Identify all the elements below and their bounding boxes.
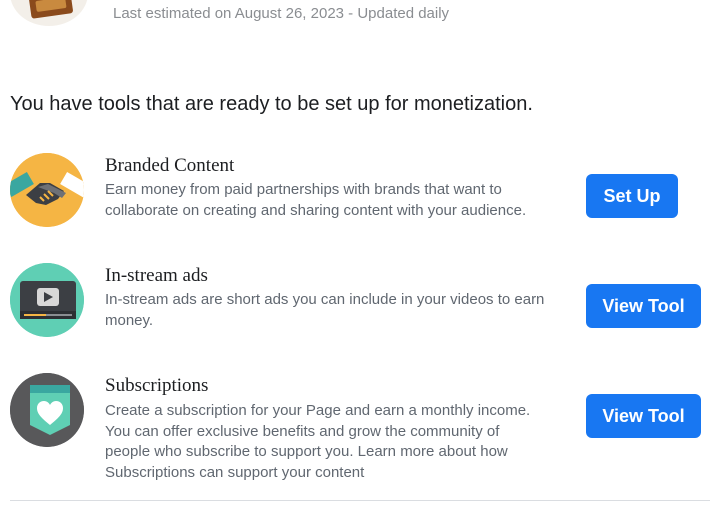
page-avatar — [10, 0, 88, 26]
heart-badge-icon — [10, 373, 84, 447]
framed-picture-icon — [28, 0, 74, 19]
tool-title-in-stream-ads: In-stream ads — [105, 265, 208, 286]
view-tool-button-in-stream-ads[interactable]: View Tool — [586, 284, 701, 328]
handshake-icon — [10, 153, 84, 227]
estimate-status-text: Last estimated on August 26, 2023 - Upda… — [113, 5, 450, 22]
tool-description-in-stream-ads: In-stream ads are short ads you can incl… — [105, 291, 545, 329]
monetization-headline: You have tools that are ready to be set … — [10, 93, 533, 115]
view-tool-button-subscriptions[interactable]: View Tool — [586, 394, 701, 438]
tool-description-branded-content: Earn money from paid partnerships with b… — [105, 181, 527, 219]
tool-description-subscriptions: Create a subscription for your Page and … — [105, 402, 531, 481]
set-up-button[interactable]: Set Up — [586, 174, 678, 218]
tool-title-subscriptions: Subscriptions — [105, 375, 209, 396]
video-player-icon — [10, 263, 84, 337]
tool-title-branded-content: Branded Content — [105, 155, 235, 176]
section-divider — [10, 500, 710, 501]
